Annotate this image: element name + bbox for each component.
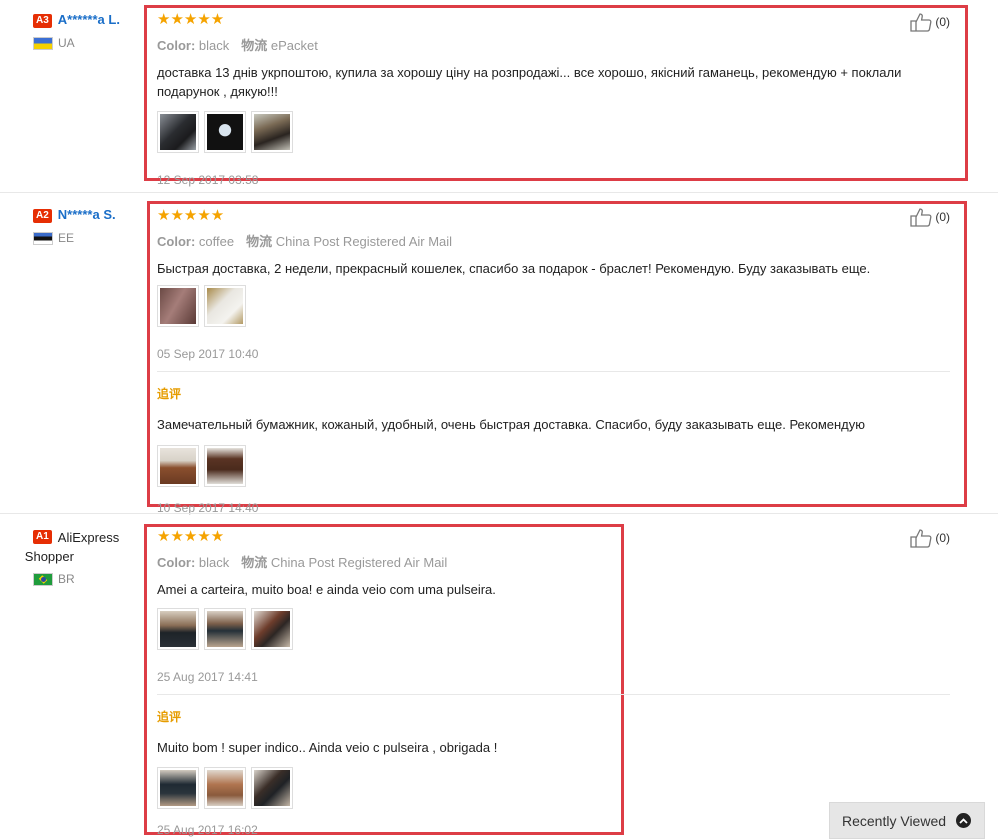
order-info: Color: black 物流 ePacket [157,35,957,54]
review-content: ★★★★★ Color: black 物流 China Post Register… [157,529,957,837]
rating-stars: ★★★★★ [157,11,225,28]
country-code: BR [58,572,75,586]
review-photo[interactable] [251,111,293,153]
buyer-country: BR [33,572,143,586]
color-value: black [198,555,230,570]
review-photo[interactable] [157,608,199,650]
buyer-country: EE [33,231,143,245]
review-photo[interactable] [204,767,246,809]
rating-stars: ★★★★★ [157,207,225,224]
color-label: Color: [157,555,196,570]
review-photo[interactable] [157,285,199,327]
thumbs-up-icon [910,13,932,32]
chevron-up-icon [956,813,972,828]
buyer-name[interactable]: N*****a S. [58,207,116,222]
review-item: A2 N*****a S. EE ★★★★★ Color: coffee 物流 C… [0,192,998,515]
divider [157,694,950,695]
review-photo[interactable] [251,608,293,650]
flag-ee-icon [33,231,53,245]
buyer-level-badge: A2 [33,209,52,223]
thumbs-up-icon [910,529,932,548]
divider [157,371,950,372]
followup-text: Muito bom ! super indico.. Ainda veio c … [157,740,498,755]
thumbs-up-icon [910,208,932,227]
review-date: 05 Sep 2017 10:40 [157,347,259,361]
followup-photos [157,445,957,487]
review-content: ★★★★★ Color: coffee 物流 China Post Registe… [157,208,957,515]
like-button[interactable]: (0) [909,528,950,548]
review-date: 25 Aug 2017 14:41 [157,670,258,684]
color-value: coffee [198,234,235,249]
shipping-label: 物流 [246,234,273,249]
buyer-name[interactable]: A******a L. [58,12,120,27]
followup-text: Замечательный бумажник, кожаный, удобный… [157,417,866,432]
review-text: Быстрая доставка, 2 недели, прекрасный к… [157,261,871,276]
country-code: EE [58,231,75,245]
like-button[interactable]: (0) [909,207,950,227]
recently-viewed-label: Recently Viewed [842,812,947,829]
review-text: Amei a carteira, muito boa! e ainda veio… [157,582,496,597]
order-info: Color: black 物流 China Post Registered Air… [157,552,957,571]
review-photos [157,111,957,153]
shipping-label: 物流 [241,555,268,570]
review-photo[interactable] [157,111,199,153]
buyer-level-badge: A3 [33,14,52,28]
review-photo[interactable] [204,111,246,153]
followup-label: 追评 [157,710,182,724]
review-content: ★★★★★ Color: black 物流 ePacket доставка 13… [157,12,957,187]
review-item: A1 AliExpress Shopper BR ★★★★★ Color: bl… [0,513,998,839]
review-photo[interactable] [251,767,293,809]
review-photo[interactable] [204,608,246,650]
buyer-info: A2 N*****a S. EE [33,207,143,245]
shipping-label: 物流 [241,38,268,53]
flag-br-icon [33,572,53,586]
review-photo[interactable] [157,767,199,809]
review-date: 12 Sep 2017 03:58 [157,173,259,187]
color-value: black [198,38,230,53]
buyer-country: UA [33,36,143,50]
flag-ua-icon [33,36,53,50]
review-photo[interactable] [204,285,246,327]
review-photo[interactable] [157,445,199,487]
like-count: (0) [935,15,950,29]
like-button[interactable]: (0) [909,12,950,32]
color-label: Color: [157,234,196,249]
country-code: UA [58,36,75,50]
buyer-info: A1 AliExpress Shopper BR [25,528,143,586]
shipping-value: ePacket [270,38,318,53]
buyer-name[interactable]: AliExpress Shopper [25,528,135,566]
buyer-info: A3 A******a L. UA [33,12,143,50]
review-item: A3 A******a L. UA ★★★★★ Color: black 物流 e… [0,0,998,192]
order-info: Color: coffee 物流 China Post Registered Ai… [157,231,957,250]
rating-stars: ★★★★★ [157,528,225,545]
review-text: доставка 13 днів укрпоштою, купила за хо… [157,65,902,99]
shipping-value: China Post Registered Air Mail [270,555,448,570]
review-photos [157,285,957,327]
shipping-value: China Post Registered Air Mail [275,234,453,249]
color-label: Color: [157,38,196,53]
review-photos [157,608,957,650]
recently-viewed-button[interactable]: Recently Viewed [829,802,985,839]
like-count: (0) [935,210,950,224]
review-photo[interactable] [204,445,246,487]
like-count: (0) [935,531,950,545]
followup-label: 追评 [157,387,182,401]
